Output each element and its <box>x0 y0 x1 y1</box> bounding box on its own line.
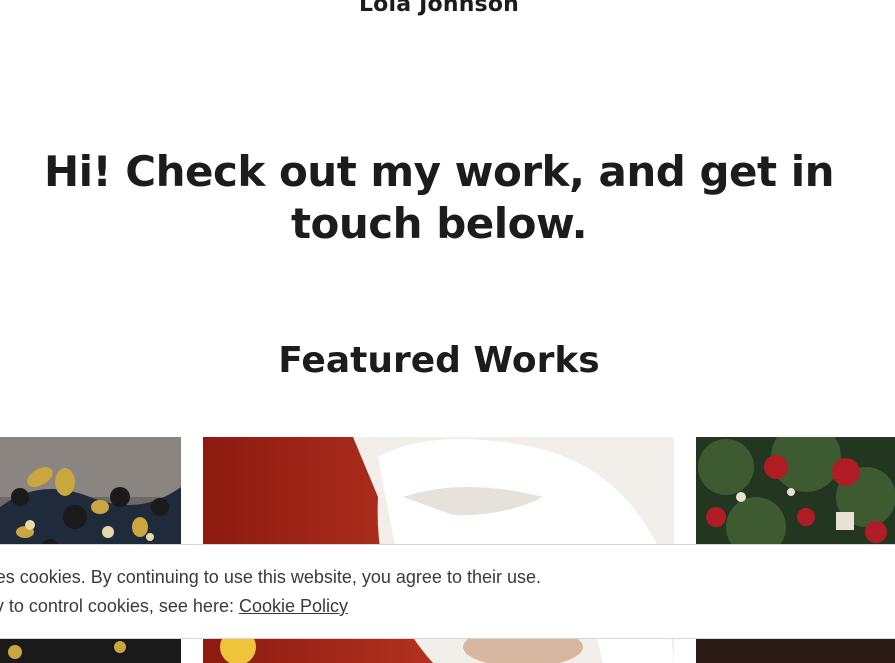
hero-line-1: Hi! Check out my work, and get in <box>43 147 835 196</box>
hero-line-2: touch below. <box>290 199 588 248</box>
cookie-control-text: v to control cookies, see here: Cookie P… <box>0 596 348 617</box>
hero-heading: Hi! Check out my work, and get in touch … <box>0 146 878 250</box>
cookie-banner: es cookies. By continuing to use this we… <box>0 544 895 639</box>
cookie-policy-link[interactable]: Cookie Policy <box>239 596 348 616</box>
cookie-notice-text: es cookies. By continuing to use this we… <box>0 567 541 587</box>
site-title[interactable]: Lola Johnson <box>0 0 878 17</box>
page: Lola Johnson Hi! Check out my work, and … <box>0 0 895 663</box>
cookie-control-prefix: v to control cookies, see here: <box>0 596 239 616</box>
featured-works-heading: Featured Works <box>278 340 600 381</box>
